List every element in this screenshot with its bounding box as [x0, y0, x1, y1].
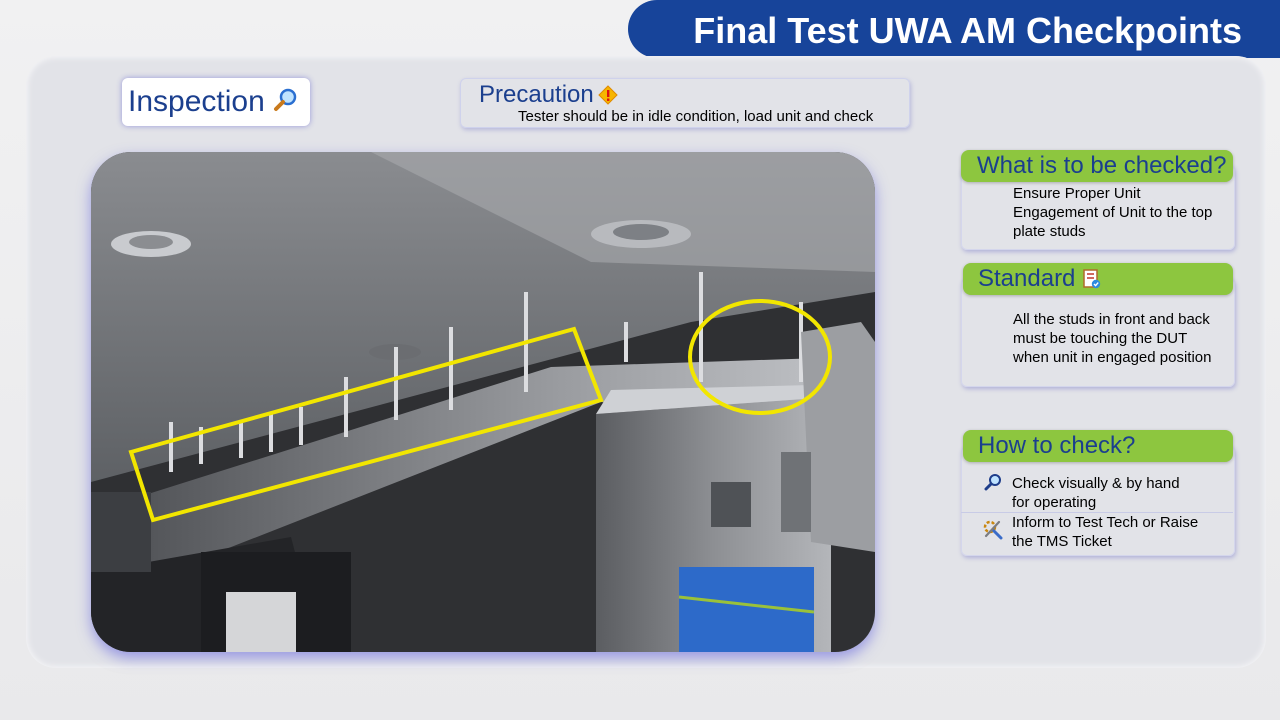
- warning-icon: [598, 85, 618, 110]
- what-to-check-line: plate studs: [1013, 223, 1086, 240]
- checklist-icon: [1083, 269, 1101, 289]
- precaution-text: Tester should be in idle condition, load…: [518, 108, 874, 125]
- what-to-check-text: Ensure Proper Unit Engagement of Unit to…: [1013, 184, 1233, 241]
- magnifier-icon: [984, 473, 1002, 496]
- how-to-check-title: How to check?: [978, 432, 1136, 459]
- precaution-box: Precaution Tester should be in idle cond…: [460, 78, 910, 128]
- how-to-check-line: Check visually & by hand: [1012, 475, 1180, 492]
- standard-title: Standard: [978, 265, 1076, 292]
- how-to-check-line: Inform to Test Tech or Raise: [1012, 514, 1199, 531]
- standard-text: All the studs in front and back must be …: [1013, 310, 1233, 367]
- inspection-photo: [91, 152, 875, 652]
- what-to-check-line: Ensure Proper Unit: [1013, 185, 1141, 202]
- title-bar: Final Test UWA AM Checkpoints: [628, 0, 1280, 58]
- how-to-check-header: How to check?: [963, 430, 1233, 462]
- how-to-check-line: for operating: [1012, 494, 1097, 511]
- inspection-label: Inspection: [128, 85, 265, 118]
- standard-line: must be touching the DUT: [1013, 330, 1188, 347]
- standard-line: All the studs in front and back: [1013, 311, 1210, 328]
- how-to-check-line: the TMS Ticket: [1012, 533, 1112, 550]
- inspection-box: Inspection: [122, 78, 310, 126]
- page-title: Final Test UWA AM Checkpoints: [693, 10, 1242, 51]
- what-to-check-line: Engagement of Unit to the top: [1013, 204, 1213, 221]
- standard-line: when unit in engaged position: [1013, 349, 1212, 366]
- what-to-check-header: What is to be checked?: [961, 150, 1233, 182]
- magnifier-icon: [273, 87, 299, 118]
- what-to-check-title: What is to be checked?: [977, 152, 1227, 179]
- tools-icon: [982, 518, 1004, 545]
- how-to-check-item: Check visually & by hand for operating: [1012, 474, 1232, 512]
- how-to-check-item: Inform to Test Tech or Raise the TMS Tic…: [1012, 513, 1232, 551]
- precaution-label: Precaution: [479, 81, 594, 108]
- standard-header: Standard: [963, 263, 1233, 295]
